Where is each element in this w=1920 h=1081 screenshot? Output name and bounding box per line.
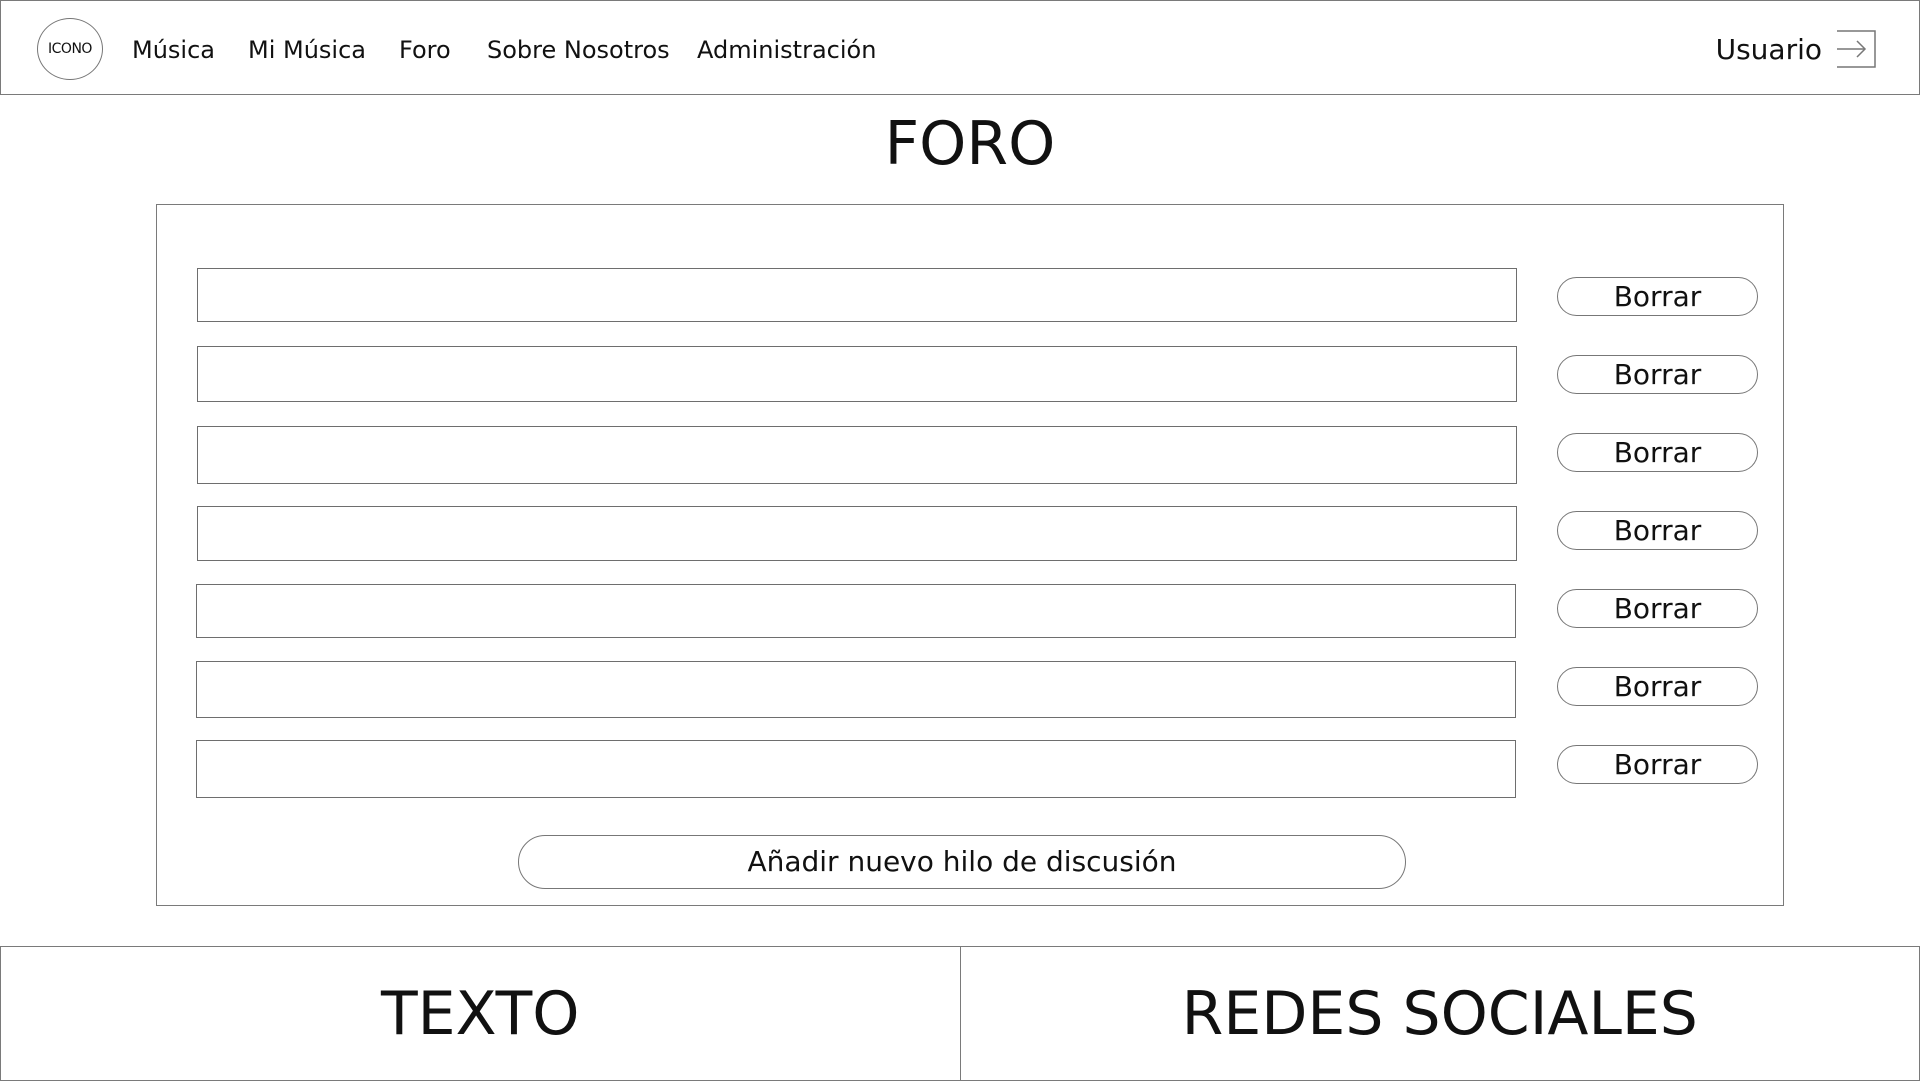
delete-thread-button-1[interactable]: Borrar (1557, 277, 1758, 316)
thread-field-2[interactable] (197, 346, 1517, 402)
delete-thread-button-4[interactable]: Borrar (1557, 511, 1758, 550)
user-label[interactable]: Usuario (1716, 33, 1822, 67)
nav-link-administracion[interactable]: Administración (697, 35, 876, 65)
footer-social-links: REDES SOCIALES (959, 947, 1920, 1080)
delete-thread-button-2[interactable]: Borrar (1557, 355, 1758, 394)
nav-link-musica[interactable]: Música (132, 35, 215, 65)
top-navbar: ICONO Música Mi Música Foro Sobre Nosotr… (0, 0, 1920, 95)
page-title: FORO (884, 109, 1056, 179)
nav-link-sobre-nosotros[interactable]: Sobre Nosotros (487, 35, 670, 65)
nav-link-mi-musica[interactable]: Mi Música (248, 35, 366, 65)
thread-field-6[interactable] (196, 661, 1516, 718)
logo[interactable]: ICONO (37, 18, 103, 80)
add-thread-button[interactable]: Añadir nuevo hilo de discusión (518, 835, 1406, 889)
delete-thread-button-5[interactable]: Borrar (1557, 589, 1758, 628)
forum-panel: Borrar Borrar Borrar Borrar Borrar Borra… (156, 204, 1784, 906)
thread-field-3[interactable] (197, 426, 1517, 484)
nav-link-foro[interactable]: Foro (399, 35, 451, 65)
thread-field-7[interactable] (196, 740, 1516, 798)
footer: TEXTO REDES SOCIALES (0, 946, 1920, 1081)
thread-field-4[interactable] (197, 506, 1517, 561)
thread-field-1[interactable] (197, 268, 1517, 322)
delete-thread-button-6[interactable]: Borrar (1557, 667, 1758, 706)
delete-thread-button-3[interactable]: Borrar (1557, 433, 1758, 472)
thread-field-5[interactable] (196, 584, 1516, 638)
delete-thread-button-7[interactable]: Borrar (1557, 745, 1758, 784)
footer-text: TEXTO (381, 978, 580, 1049)
logout-arrow-icon[interactable] (1835, 29, 1877, 69)
